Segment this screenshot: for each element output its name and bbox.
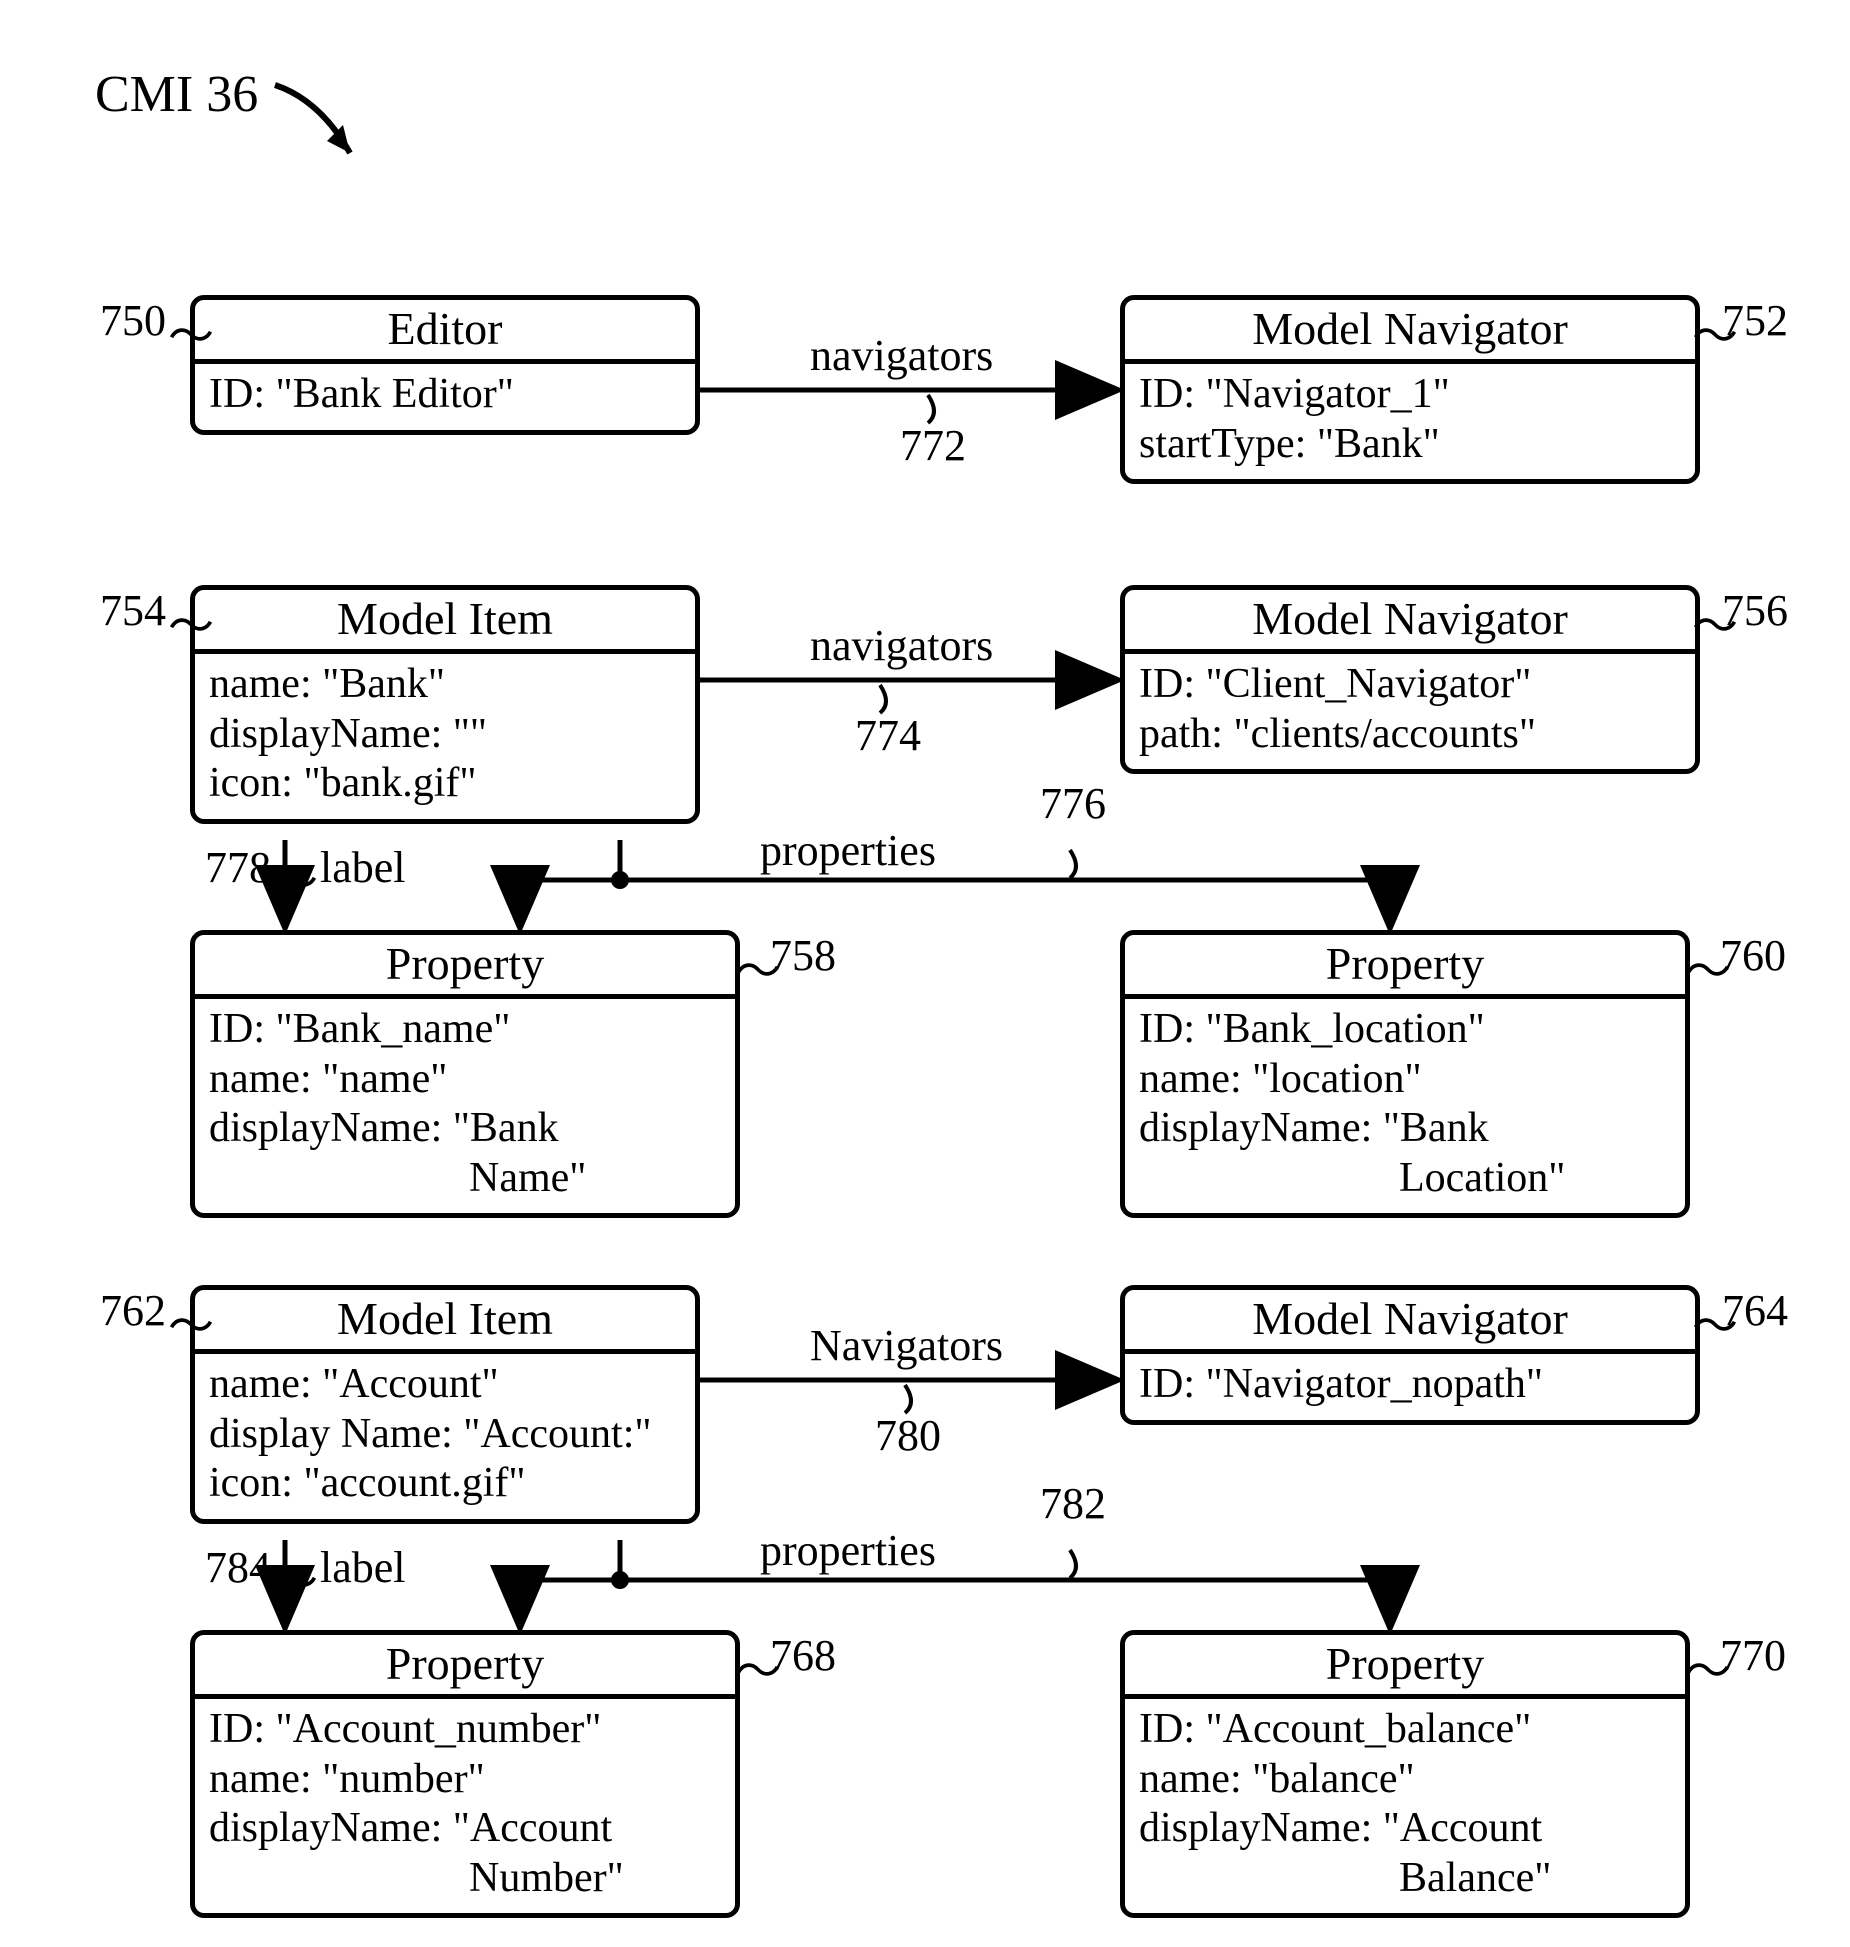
tilde-icon: ～ (272, 846, 318, 912)
canvas: CMI 36 Editor ID: "Bank Editor" 750 ～ Mo… (0, 0, 1850, 1947)
box-model-item-bank: Model Item name: "Bank"displayName: ""ic… (190, 585, 700, 824)
ref-752: 752 (1722, 295, 1788, 346)
box-header: Model Item (195, 590, 695, 654)
ref-760: 760 (1720, 930, 1786, 981)
box-header: Property (1125, 935, 1685, 999)
box-model-navigator-client: Model Navigator ID: "Client_Navigator"pa… (1120, 585, 1700, 774)
box-body: ID: "Navigator_1"startType: "Bank" (1125, 364, 1695, 479)
box-body: name: "Account"display Name: "Account:"i… (195, 1354, 695, 1519)
ref-762: 762 (100, 1285, 166, 1336)
ref-756: 756 (1722, 585, 1788, 636)
box-body: ID: "Navigator_nopath" (1125, 1354, 1695, 1420)
ref-770: 770 (1720, 1630, 1786, 1681)
edge-label-navigators-3: Navigators (810, 1320, 1003, 1371)
ref-768: 768 (770, 1630, 836, 1681)
box-body: ID: "Bank_location"name: "location"displ… (1125, 999, 1685, 1213)
box-header: Editor (195, 300, 695, 364)
box-header: Model Navigator (1125, 590, 1695, 654)
tilde-icon: ～ (168, 590, 214, 656)
box-header: Property (1125, 1635, 1685, 1699)
box-model-navigator-nopath: Model Navigator ID: "Navigator_nopath" (1120, 1285, 1700, 1425)
ref-750: 750 (100, 295, 166, 346)
box-property-account-balance: Property ID: "Account_balance"name: "bal… (1120, 1630, 1690, 1918)
box-header: Model Item (195, 1290, 695, 1354)
box-model-item-account: Model Item name: "Account"display Name: … (190, 1285, 700, 1524)
ref-754: 754 (100, 585, 166, 636)
box-body: ID: "Account_balance"name: "balance"disp… (1125, 1699, 1685, 1913)
diagram-title: CMI 36 (95, 65, 258, 124)
edge-label-navigators-2: navigators (810, 620, 993, 671)
edge-label-properties-1: properties (760, 825, 936, 876)
ref-764: 764 (1722, 1285, 1788, 1336)
box-property-bank-name: Property ID: "Bank_name"name: "name"disp… (190, 930, 740, 1218)
box-model-navigator-1: Model Navigator ID: "Navigator_1"startTy… (1120, 295, 1700, 484)
edge-label-label-1: label (320, 842, 406, 893)
box-editor: Editor ID: "Bank Editor" (190, 295, 700, 435)
ref-776: 776 (1040, 778, 1106, 829)
ref-780: 780 (875, 1410, 941, 1461)
title-arrow-icon (265, 75, 385, 185)
box-property-account-number: Property ID: "Account_number"name: "numb… (190, 1630, 740, 1918)
tilde-icon: ～ (272, 1546, 318, 1612)
box-header: Model Navigator (1125, 300, 1695, 364)
ref-784: 784 (205, 1542, 271, 1593)
edge-label-navigators-1: navigators (810, 330, 993, 381)
box-property-bank-location: Property ID: "Bank_location"name: "locat… (1120, 930, 1690, 1218)
box-header: Model Navigator (1125, 1290, 1695, 1354)
ref-782: 782 (1040, 1478, 1106, 1529)
box-body: ID: "Bank Editor" (195, 364, 695, 430)
box-header: Property (195, 1635, 735, 1699)
box-body: ID: "Account_number"name: "number"displa… (195, 1699, 735, 1913)
ref-774: 774 (855, 710, 921, 761)
ref-772: 772 (900, 420, 966, 471)
edge-label-label-2: label (320, 1542, 406, 1593)
box-body: name: "Bank"displayName: ""icon: "bank.g… (195, 654, 695, 819)
edge-label-properties-2: properties (760, 1525, 936, 1576)
tilde-icon: ～ (168, 1290, 214, 1356)
box-header: Property (195, 935, 735, 999)
ref-758: 758 (770, 930, 836, 981)
ref-778: 778 (205, 842, 271, 893)
box-body: ID: "Client_Navigator"path: "clients/acc… (1125, 654, 1695, 769)
box-body: ID: "Bank_name"name: "name"displayName: … (195, 999, 735, 1213)
tilde-icon: ～ (168, 300, 214, 366)
